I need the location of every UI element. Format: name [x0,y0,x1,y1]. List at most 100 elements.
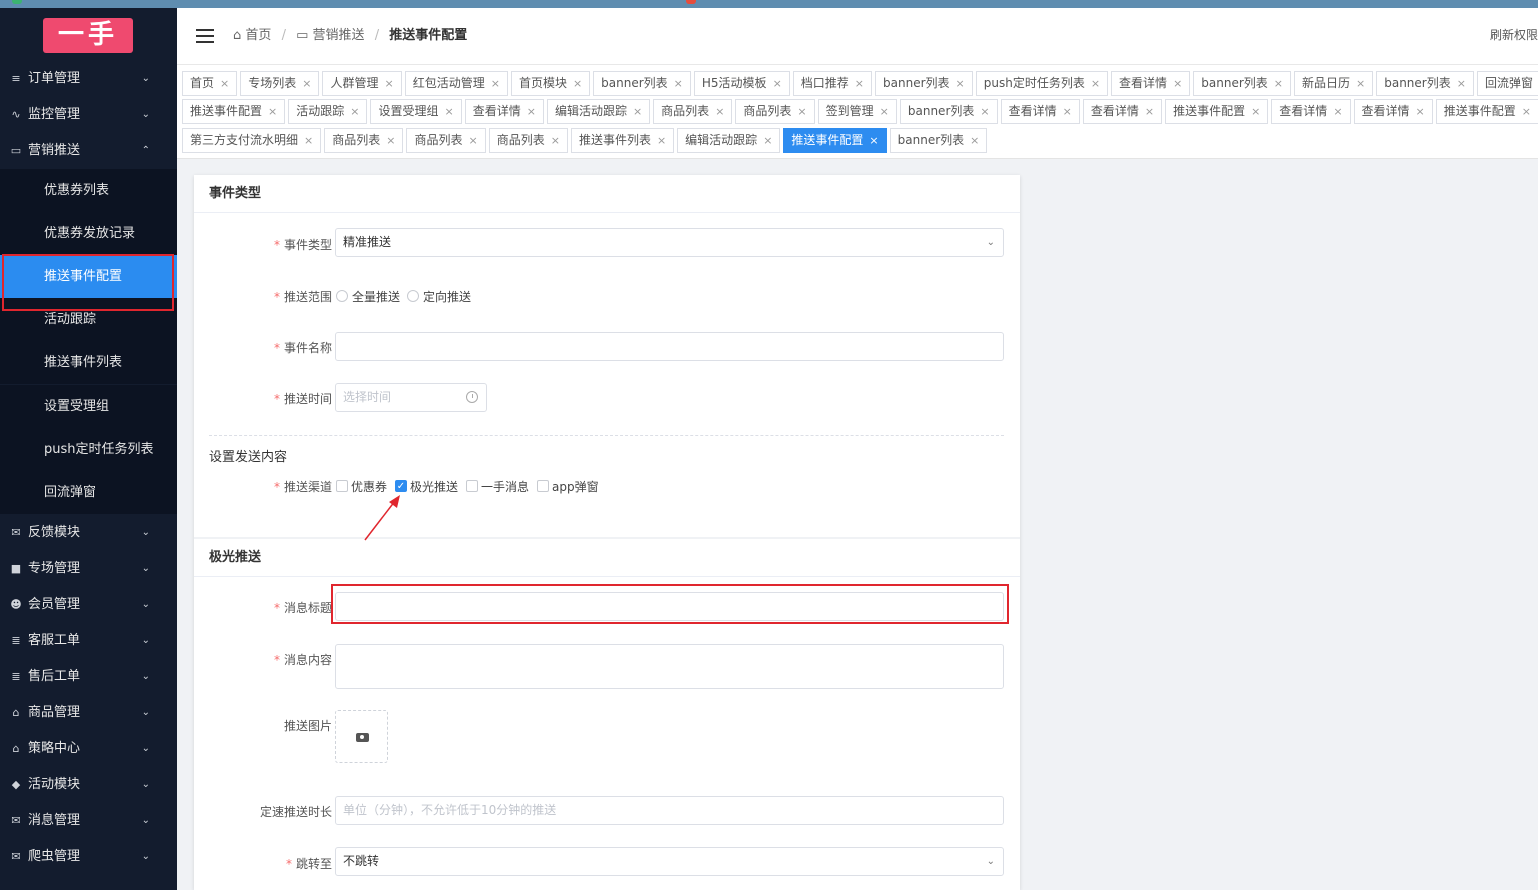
menu-product[interactable]: ⌂ 商品管理 ⌄ [0,695,177,731]
option-app-popup[interactable]: app弹窗 [552,478,599,495]
close-icon[interactable]: × [1333,105,1342,118]
close-icon[interactable]: × [880,105,889,118]
close-icon[interactable]: × [302,77,311,90]
tab-item[interactable]: banner列表 × [875,71,973,96]
breadcrumb-section[interactable]: 营销推送 [313,28,365,43]
close-icon[interactable]: × [491,77,500,90]
sidebar-item-set-group[interactable]: 设置受理组 [0,385,177,428]
option-targeted-push[interactable]: 定向推送 [423,288,471,305]
sidebar-item-reflow-popup[interactable]: 回流弹窗 [0,471,177,514]
push-time-picker[interactable]: 选择时间 [335,383,487,412]
menu-service-ticket[interactable]: ≣ 客服工单 ⌄ [0,623,177,659]
close-icon[interactable]: × [1063,105,1072,118]
tab-item[interactable]: 首页模块 × [510,71,591,96]
sidebar-item-coupon-list[interactable]: 优惠券列表 [0,169,177,212]
hamburger-icon[interactable] [196,29,214,43]
close-icon[interactable]: × [1522,105,1531,118]
tab-item[interactable]: 查看详情 × [1000,99,1080,124]
tab-item[interactable]: 回流弹窗× [1476,71,1538,96]
close-icon[interactable]: × [1356,77,1365,90]
event-type-select[interactable]: 精准推送 ⌄ [335,228,1004,257]
close-icon[interactable]: × [1457,77,1466,90]
image-upload[interactable] [335,710,388,763]
msg-content-textarea[interactable] [335,644,1004,689]
tab-item[interactable]: 推送事件配置 × [182,99,286,124]
tab-item[interactable]: 查看详情 × [1111,71,1191,96]
menu-order-management[interactable]: ≡ 订单管理 ⌄ [0,61,177,97]
close-icon[interactable]: × [386,134,395,147]
app-logo[interactable]: 一手 [43,18,133,53]
tab-item[interactable]: 查看详情 × [1271,99,1351,124]
tab-item[interactable]: 商品列表 × [735,99,815,124]
tab-item[interactable]: banner列表 × [899,99,998,124]
tab-item[interactable]: 推送事件配置 × [1165,99,1269,124]
tab-item[interactable]: 推送事件配置 × [1435,99,1538,124]
option-yishou-message[interactable]: 一手消息 [481,478,529,495]
jump-select[interactable]: 不跳转 ⌄ [335,847,1004,876]
close-icon[interactable]: × [869,134,878,147]
checkbox-yishou-message[interactable] [466,480,478,492]
close-icon[interactable]: × [1173,77,1182,90]
menu-strategy[interactable]: ⌂ 策略中心 ⌄ [0,731,177,767]
tab-item[interactable]: 活动跟踪 × [288,99,368,124]
menu-aftersale-ticket[interactable]: ≣ 售后工单 ⌄ [0,659,177,695]
option-full-push[interactable]: 全量推送 [352,288,400,305]
menu-member[interactable]: ☻ 会员管理 ⌄ [0,587,177,623]
close-icon[interactable]: × [674,77,683,90]
checkbox-coupon[interactable] [336,480,348,492]
close-icon[interactable]: × [1251,105,1260,118]
sidebar-item-push-event-list[interactable]: 推送事件列表 [0,341,177,384]
sidebar-item-push-timer-list[interactable]: push定时任务列表 [0,428,177,471]
checkbox-jpush[interactable]: ✓ [395,480,407,492]
tab-item[interactable]: 商品列表 × [653,99,733,124]
close-icon[interactable]: × [797,105,806,118]
tab-item[interactable]: H5活动模板 × [693,71,790,96]
menu-special-session[interactable]: ■ 专场管理 ⌄ [0,551,177,587]
tab-item[interactable]: 新品日历 × [1294,71,1374,96]
close-icon[interactable]: × [633,105,642,118]
menu-monitor-management[interactable]: ∿ 监控管理 ⌄ [0,97,177,133]
close-icon[interactable]: × [350,105,359,118]
event-name-input[interactable] [335,332,1004,361]
close-icon[interactable]: × [970,134,979,147]
close-icon[interactable]: × [551,134,560,147]
tab-item[interactable]: 红包活动管理 × [404,71,508,96]
tab-item[interactable]: 查看详情 × [1353,99,1433,124]
close-icon[interactable]: × [1274,77,1283,90]
delay-input[interactable]: 单位（分钟），不允许低于10分钟的推送 [335,796,1004,825]
tab-item[interactable]: 商品列表 × [324,128,404,153]
tab-item[interactable]: 签到管理 × [817,99,897,124]
tab-item[interactable]: 推送事件配置 × [783,128,887,153]
tab-item[interactable]: 人群管理 × [322,71,402,96]
tab-item[interactable]: push定时任务列表 × [975,71,1109,96]
tab-item[interactable]: banner列表 × [1376,71,1474,96]
menu-crawler[interactable]: ✉ 爬虫管理 ⌄ [0,839,177,875]
close-icon[interactable]: × [384,77,393,90]
tab-item[interactable]: 首页 × [182,71,238,96]
menu-feedback[interactable]: ✉ 反馈模块 ⌄ [0,515,177,551]
close-icon[interactable]: × [956,77,965,90]
tab-item[interactable]: banner列表 × [1193,71,1291,96]
close-icon[interactable]: × [1416,105,1425,118]
tab-item[interactable]: 查看详情 × [1082,99,1163,124]
close-icon[interactable]: × [268,105,277,118]
tab-item[interactable]: 档口推荐 × [792,71,873,96]
sidebar-item-coupon-records[interactable]: 优惠券发放记录 [0,212,177,255]
tab-item[interactable]: 商品列表 × [488,128,568,153]
radio-full-push[interactable] [336,290,348,302]
close-icon[interactable]: × [468,134,477,147]
tab-item[interactable]: 推送事件列表 × [570,128,675,153]
close-icon[interactable]: × [1145,105,1154,118]
option-jpush[interactable]: 极光推送 [410,478,458,495]
close-icon[interactable]: × [220,77,229,90]
tab-item[interactable]: 编辑活动跟踪 × [546,99,651,124]
close-icon[interactable]: × [980,105,989,118]
tab-item[interactable]: 查看详情 × [464,99,544,124]
tab-item[interactable]: 第三方支付流水明细 × [182,128,322,153]
close-icon[interactable]: × [573,77,582,90]
close-icon[interactable]: × [304,134,313,147]
tab-item[interactable]: 专场列表 × [240,71,320,96]
tab-item[interactable]: banner列表 × [593,71,691,96]
menu-marketing-push[interactable]: ▭ 营销推送 ⌃ [0,133,177,169]
menu-activity[interactable]: ◆ 活动模块 ⌄ [0,767,177,803]
